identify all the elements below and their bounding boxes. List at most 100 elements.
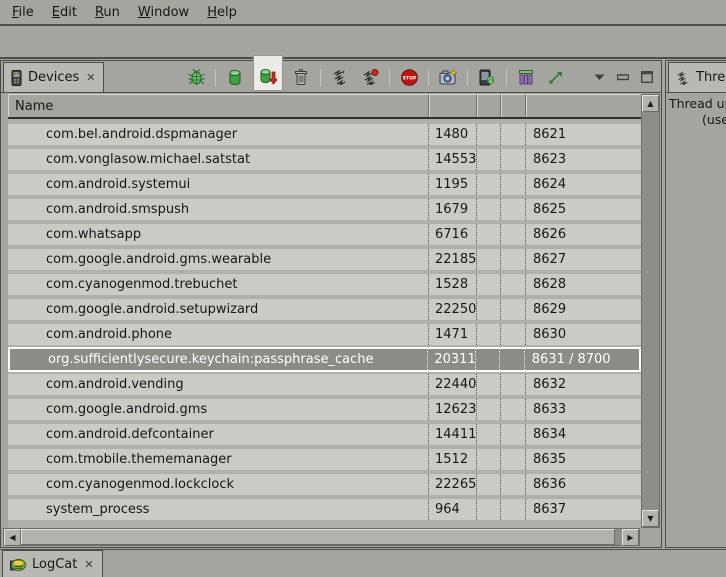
cause-gc-icon[interactable]: [290, 65, 312, 89]
threads-icon: [676, 71, 690, 85]
tab-devices-close-icon[interactable]: ✕: [85, 72, 96, 83]
table-row[interactable]: com.google.android.gms.wearable221858627: [8, 249, 641, 270]
cell-name: org.sufficientlysecure.keychain:passphra…: [10, 349, 428, 370]
table-row[interactable]: com.android.phone14718630: [8, 324, 641, 345]
tab-logcat[interactable]: LogCat ✕: [2, 550, 103, 577]
cell-port: 8628: [526, 274, 641, 295]
vertical-scrollbar[interactable]: ▲ ▼: [641, 94, 660, 528]
cell-c4: [501, 224, 526, 245]
start-method-profiling-icon[interactable]: [359, 65, 381, 89]
column-header-port[interactable]: [526, 94, 641, 117]
table-row[interactable]: com.whatsapp67168626: [8, 224, 641, 245]
cell-pid: 1679: [429, 199, 477, 220]
cell-port: 8636: [526, 474, 641, 495]
table-row[interactable]: com.android.smspush1679 8625: [8, 199, 641, 220]
devices-view: Devices ✕: [0, 60, 662, 548]
cell-pid: 1528: [429, 274, 477, 295]
devices-toolbar: STOP: [185, 61, 655, 93]
cell-c4: [500, 349, 525, 370]
menu-bar: File Edit Run Window Help: [0, 0, 726, 26]
cell-name: com.android.phone: [8, 324, 429, 345]
screen-capture-icon[interactable]: [437, 65, 459, 89]
table-row[interactable]: com.android.vending224408632: [8, 374, 641, 395]
table-row[interactable]: com.google.android.setupwizard222508629: [8, 299, 641, 320]
tab-devices-label: Devices: [28, 70, 79, 85]
menu-help[interactable]: Help: [207, 5, 237, 20]
table-row[interactable]: com.android.systemui11958624: [8, 174, 641, 195]
tab-logcat-close-icon[interactable]: ✕: [83, 559, 94, 570]
minimize-icon[interactable]: [615, 69, 631, 85]
dump-hprof-icon[interactable]: [254, 56, 282, 90]
cell-c4: [501, 299, 526, 320]
scroll-right-icon[interactable]: ▶: [622, 529, 639, 546]
tab-threads-label: Threads: [696, 70, 726, 85]
cell-port: 8633: [526, 399, 641, 420]
horizontal-scrollbar[interactable]: ◀ ▶: [3, 528, 640, 546]
column-header-name[interactable]: Name: [8, 94, 429, 117]
cell-c3: [477, 324, 501, 345]
view-menu-icon[interactable]: [591, 69, 607, 85]
cell-port: 8623: [526, 149, 641, 170]
update-threads-icon[interactable]: [329, 65, 351, 89]
menu-window[interactable]: Window: [138, 5, 189, 20]
update-heap-icon[interactable]: [224, 65, 246, 89]
cell-c3: [477, 449, 501, 470]
cell-name: com.cyanogenmod.trebuchet: [8, 274, 429, 295]
menu-edit[interactable]: Edit: [52, 5, 77, 20]
scroll-up-icon[interactable]: ▲: [642, 95, 659, 112]
tab-threads[interactable]: Threads: [668, 62, 726, 92]
horizontal-scroll-thumb[interactable]: [21, 529, 615, 545]
cell-name: com.google.android.gms: [8, 399, 429, 420]
cell-pid: 20311: [428, 349, 476, 370]
scroll-left-icon[interactable]: ◀: [4, 529, 21, 546]
stop-process-icon[interactable]: STOP: [398, 65, 420, 89]
table-row[interactable]: com.bel.android.dspmanager14808621: [8, 124, 641, 145]
cell-c3: [477, 174, 501, 195]
cell-name: com.android.smspush: [8, 199, 429, 220]
cell-pid: 14553: [429, 149, 477, 170]
table-row[interactable]: com.tmobile.thememanager15128635: [8, 449, 641, 470]
maximize-icon[interactable]: [639, 69, 655, 85]
cell-name: com.vonglasow.michael.satstat: [8, 149, 429, 170]
cell-name: com.cyanogenmod.lockclock: [8, 474, 429, 495]
cell-name: com.whatsapp: [8, 224, 429, 245]
cell-port: 8625: [526, 199, 641, 220]
start-opengl-trace-icon[interactable]: [545, 65, 567, 89]
cell-name: com.android.vending: [8, 374, 429, 395]
tab-devices[interactable]: Devices ✕: [3, 62, 104, 92]
cell-c3: [477, 399, 501, 420]
table-row[interactable]: com.google.android.gms126238633: [8, 399, 641, 420]
cell-c4: [501, 249, 526, 270]
logcat-strip: LogCat ✕: [0, 549, 726, 577]
column-header-c4[interactable]: [501, 94, 526, 117]
menu-file[interactable]: File: [12, 5, 34, 20]
main-toolbar-strip: [0, 28, 726, 59]
devices-tabstrip: Devices ✕: [1, 61, 661, 93]
dump-view-hierarchy-icon[interactable]: [515, 65, 537, 89]
menu-run[interactable]: Run: [95, 5, 120, 20]
cell-c4: [501, 474, 526, 495]
column-header-c3[interactable]: [477, 94, 501, 117]
cell-c4: [501, 449, 526, 470]
table-row[interactable]: com.android.defcontainer144118634: [8, 424, 641, 445]
cell-pid: 1512: [429, 449, 477, 470]
column-header-pid[interactable]: [429, 94, 477, 117]
scroll-down-icon[interactable]: ▼: [642, 510, 659, 527]
cell-c4: [501, 199, 526, 220]
cell-pid: 1471: [429, 324, 477, 345]
table-row[interactable]: system_process9648637: [8, 499, 641, 520]
table-row[interactable]: com.vonglasow.michael.satstat14553 8623: [8, 149, 641, 170]
cell-c3: [477, 274, 501, 295]
reset-adb-icon[interactable]: [476, 65, 498, 89]
cell-pid: 22185: [429, 249, 477, 270]
cell-pid: 1480: [429, 124, 477, 145]
table-row[interactable]: org.sufficientlysecure.keychain:passphra…: [8, 347, 641, 372]
cell-c4: [501, 374, 526, 395]
debug-process-icon[interactable]: [185, 65, 207, 89]
cell-c4: [501, 124, 526, 145]
table-row[interactable]: com.cyanogenmod.lockclock222658636: [8, 474, 641, 495]
cell-c3: [477, 124, 501, 145]
threads-message-line1: Thread updates not enabled for selected …: [669, 96, 726, 111]
table-row[interactable]: com.cyanogenmod.trebuchet1528 8628: [8, 274, 641, 295]
cell-c4: [501, 274, 526, 295]
